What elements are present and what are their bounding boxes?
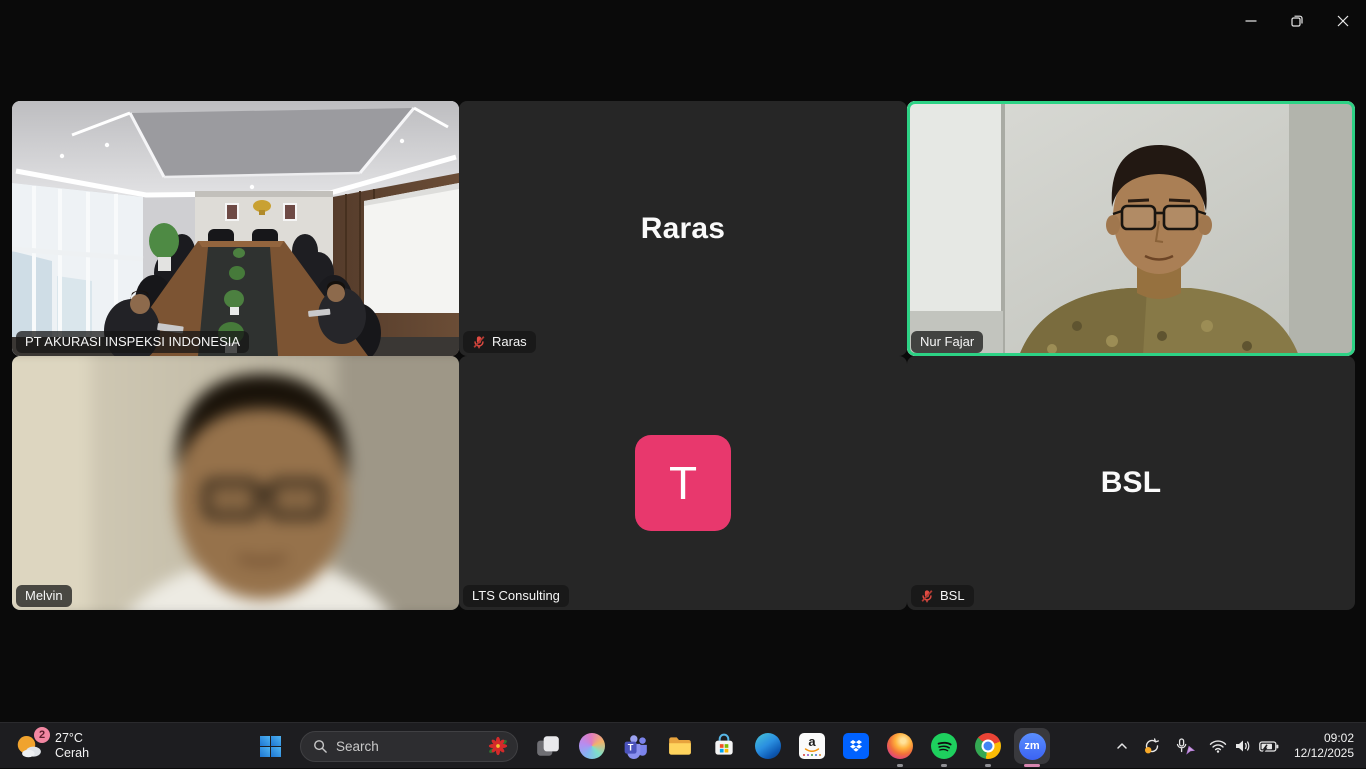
dropbox-icon [843,733,869,759]
meeting-room-video [12,101,459,356]
video-grid: PT AKURASI INSPEKSI INDONESIA Raras Rara… [12,101,1355,610]
running-indicator [897,764,903,767]
sync-icon [1143,737,1161,755]
participant-name-label: Nur Fajar [911,331,983,353]
participant-name-label: LTS Consulting [463,585,569,607]
search-input[interactable] [336,739,479,754]
svg-text:T: T [628,743,634,753]
spotify-icon [931,733,957,759]
running-indicator [985,764,991,767]
tile-raras[interactable]: Raras Raras [459,101,907,356]
participant-name-text: Melvin [25,589,63,603]
minimize-button[interactable] [1228,4,1274,38]
microphone-location-icon [1175,738,1195,755]
tile-lts-consulting[interactable]: T LTS Consulting [459,356,907,610]
participant-name-label: Raras [463,331,536,353]
tray-sync-button[interactable] [1136,726,1168,766]
muted-mic-icon [472,335,486,349]
weather-widget[interactable]: 2 27°C Cerah [8,723,95,769]
participant-display-name: Raras [459,101,907,356]
weather-temperature: 27°C [55,731,89,746]
file-explorer-icon [667,733,693,759]
windows-logo-icon [259,735,282,758]
tray-chevron-button[interactable] [1108,726,1136,766]
taskbar-app-zoom[interactable]: zm [1012,724,1052,768]
microsoft-store-icon [711,733,737,759]
participant-name-text: LTS Consulting [472,589,560,603]
taskbar-app-chrome[interactable] [968,724,1008,768]
zoom-icon-text: zm [1024,740,1039,752]
taskbar-app-dropbox[interactable] [836,724,876,768]
wifi-icon [1209,739,1227,753]
clock-time: 09:02 [1294,731,1354,746]
close-icon [1335,13,1351,29]
restore-button[interactable] [1274,4,1320,38]
taskbar-app-teams[interactable]: T [616,724,656,768]
chevron-up-icon [1115,739,1129,753]
taskbar-app-edge[interactable] [748,724,788,768]
participant-name-label: BSL [911,585,974,607]
taskbar-app-microsoft-store[interactable] [704,724,744,768]
taskbar-app-spotify[interactable] [924,724,964,768]
tray-mic-location-button[interactable] [1168,726,1202,766]
taskbar-clock[interactable]: 09:02 12/12/2025 [1286,731,1364,761]
melvin-video [12,356,459,610]
participant-name-text: Raras [492,335,527,349]
taskbar-search[interactable] [300,731,518,762]
start-button[interactable] [250,724,290,768]
lts-avatar: T [635,435,731,531]
restore-icon [1289,13,1305,29]
clock-date: 12/12/2025 [1294,746,1354,761]
amazon-icon: a [799,733,825,759]
task-view-icon [535,733,561,759]
copilot-icon [579,733,605,759]
tile-nur-fajar[interactable]: Nur Fajar [907,101,1355,356]
weather-badge: 2 [34,727,50,743]
tile-pt-akurasi[interactable]: PT AKURASI INSPEKSI INDONESIA [12,101,459,356]
weather-condition: Cerah [55,746,89,761]
zoom-icon: zm [1019,733,1046,760]
participant-name-text: BSL [940,589,965,603]
avatar-initial: T [669,456,697,510]
zoom-active-background: zm [1014,728,1050,764]
taskbar: 2 27°C Cerah [0,722,1366,768]
participant-display-name: BSL [907,356,1355,610]
muted-mic-icon [920,589,934,603]
taskbar-app-amazon[interactable]: a [792,724,832,768]
tile-bsl[interactable]: BSL BSL [907,356,1355,610]
active-running-indicator [1024,764,1040,767]
taskbar-app-firefox[interactable] [880,724,920,768]
amazon-dots [803,754,822,757]
search-icon [313,739,328,754]
battery-icon [1259,740,1279,753]
participant-name-label: PT AKURASI INSPEKSI INDONESIA [16,331,249,353]
minimize-icon [1243,13,1259,29]
participant-name-text: PT AKURASI INSPEKSI INDONESIA [25,335,240,349]
participant-name-text: Nur Fajar [920,335,974,349]
participant-name-label: Melvin [16,585,72,607]
running-indicator [941,764,947,767]
firefox-icon [887,733,913,759]
poinsettia-flower-icon [487,735,509,757]
chrome-icon [975,733,1001,759]
amazon-letter: a [808,736,815,747]
taskbar-app-task-view[interactable] [528,724,568,768]
nur-fajar-video [907,101,1355,356]
teams-icon: T [623,733,649,759]
tray-network-volume-battery-button[interactable] [1202,726,1286,766]
volume-icon [1235,739,1251,753]
close-button[interactable] [1320,4,1366,38]
tile-melvin[interactable]: Melvin [12,356,459,610]
window-controls [1228,4,1366,38]
edge-icon [755,733,781,759]
taskbar-app-copilot[interactable] [572,724,612,768]
amazon-smile [804,748,820,753]
taskbar-app-file-explorer[interactable] [660,724,700,768]
